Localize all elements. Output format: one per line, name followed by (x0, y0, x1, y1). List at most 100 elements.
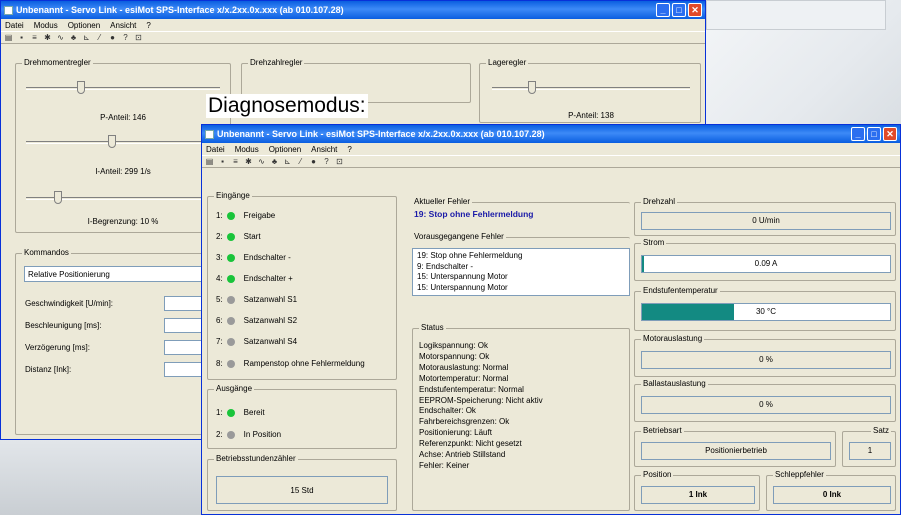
status-list: Logikspannung: Ok Motorspannung: Ok Moto… (419, 341, 543, 472)
position-p-slider[interactable] (488, 80, 694, 98)
torque-i-slider[interactable] (22, 134, 224, 152)
close-button[interactable]: ✕ (883, 127, 897, 141)
list-item[interactable]: 9: Endschalter - (417, 262, 625, 273)
current-error-title: Aktueller Fehler (412, 197, 473, 206)
maximize-button[interactable]: □ (867, 127, 881, 141)
command-select[interactable]: Relative Positionierung (24, 266, 224, 282)
motor-load-group: Motorauslastung 0 % (634, 334, 896, 377)
minimize-button[interactable]: _ (851, 127, 865, 141)
status-line: Motorauslastung: Normal (419, 362, 509, 372)
status-line: Motortemperatur: Normal (419, 373, 509, 383)
motor-load-title: Motorauslastung (641, 334, 705, 343)
decel-field-label: Verzögerung [ms]: (25, 343, 90, 352)
led-indicator (226, 430, 235, 439)
list-item[interactable]: 19: Stop ohne Fehlermeldung (417, 251, 625, 262)
open-icon[interactable]: ▤ (205, 157, 214, 166)
menu-help[interactable]: ? (146, 21, 150, 30)
back-toolbar: ▤ ▪ ≡ ✱ ∿ ♣ ⊾ ⁄ ● ? ⊡ (1, 31, 705, 44)
menu-optionen[interactable]: Optionen (68, 21, 100, 30)
speed-controller-label: Drehzahlregler (248, 58, 305, 67)
close-button[interactable]: ✕ (688, 3, 702, 17)
menu-help[interactable]: ? (347, 145, 351, 154)
save-icon[interactable]: ▪ (17, 33, 26, 42)
operating-hours-group: Betriebsstundenzähler 15 Std (207, 454, 397, 511)
current-bar-fill (642, 256, 645, 272)
commands-group: Kommandos Relative Positionierung Geschw… (15, 248, 231, 435)
minimize-button[interactable]: _ (656, 3, 670, 17)
tools-icon[interactable]: ✱ (244, 157, 253, 166)
menu-datei[interactable]: Datei (206, 145, 225, 154)
menu-modus[interactable]: Modus (34, 21, 58, 30)
io-icon[interactable]: ≡ (30, 33, 39, 42)
led-indicator (226, 337, 235, 346)
network-icon[interactable]: ♣ (270, 157, 279, 166)
io-icon[interactable]: ≡ (231, 157, 240, 166)
torque-controller-label: Drehmomentregler (22, 58, 93, 67)
following-error-group: Schleppfehler 0 Ink (766, 470, 896, 511)
back-window-titlebar[interactable]: Unbenannt - Servo Link - esiMot SPS-Inte… (1, 1, 705, 19)
front-menubar: Datei Modus Optionen Ansicht ? (202, 143, 900, 155)
tools-icon[interactable]: ✱ (43, 33, 52, 42)
motor-load-value: 0 % (641, 351, 891, 369)
maximize-button[interactable]: □ (672, 3, 686, 17)
menu-ansicht[interactable]: Ansicht (110, 21, 136, 30)
menu-datei[interactable]: Datei (5, 21, 24, 30)
led-indicator (226, 316, 235, 325)
curve-icon[interactable]: ∿ (56, 33, 65, 42)
current-group: Strom 0.09 A (634, 238, 896, 281)
globe-icon[interactable]: ● (309, 157, 318, 166)
torque-p-slider[interactable] (22, 80, 224, 98)
ballast-load-title: Ballastauslastung (641, 379, 708, 388)
current-error-text: 19: Stop ohne Fehlermeldung (414, 209, 534, 219)
position-group: Position 1 Ink (634, 470, 760, 511)
status-line: Endstufentemperatur: Normal (419, 384, 524, 394)
front-window-titlebar[interactable]: Unbenannt - Servo Link - esiMot SPS-Inte… (202, 125, 900, 143)
current-value: 0.09 A (754, 259, 778, 268)
diagnostic-window: Unbenannt - Servo Link - esiMot SPS-Inte… (201, 124, 901, 515)
status-group: Status Logikspannung: Ok Motorspannung: … (412, 323, 630, 511)
menu-modus[interactable]: Modus (235, 145, 259, 154)
back-menubar: Datei Modus Optionen Ansicht ? (1, 19, 705, 31)
input-row: 6: Satzanwahl S2 (216, 316, 298, 325)
input-row: 5: Satzanwahl S1 (216, 295, 298, 304)
help-icon[interactable]: ? (121, 33, 130, 42)
list-item[interactable]: 15: Unterspannung Motor (417, 272, 625, 283)
led-indicator (226, 274, 235, 283)
input-row: 8: Rampenstop ohne Fehlermeldung (216, 359, 365, 368)
network-icon[interactable]: ♣ (69, 33, 78, 42)
torque-i-label: I-Anteil: 299 1/s (20, 164, 226, 180)
inputs-group: Eingänge 1: Freigabe 2: Start 3: Endschalte… (207, 191, 397, 380)
menu-ansicht[interactable]: Ansicht (311, 145, 337, 154)
speed-group: Drehzahl 0 U/min (634, 197, 896, 236)
plot-icon[interactable]: ⊾ (283, 157, 292, 166)
help-icon[interactable]: ? (322, 157, 331, 166)
torque-limit-slider[interactable] (22, 190, 224, 208)
wand-icon[interactable]: ⁄ (296, 157, 305, 166)
status-title: Status (419, 323, 446, 332)
temperature-bar-fill (642, 304, 734, 320)
input-row: 4: Endschalter + (216, 274, 293, 283)
distance-field-label: Distanz [Ink]: (25, 365, 72, 374)
following-error-title: Schleppfehler (773, 470, 826, 479)
save-icon[interactable]: ▪ (218, 157, 227, 166)
status-line: Fehler: Keiner (419, 460, 470, 470)
position-controller-group: Lageregler P-Anteil: 138 (479, 58, 701, 123)
wand-icon[interactable]: ⁄ (95, 33, 104, 42)
front-toolbar: ▤ ▪ ≡ ✱ ∿ ♣ ⊾ ⁄ ● ? ⊡ (202, 155, 900, 168)
temperature-value: 30 °C (755, 307, 777, 316)
status-line: Achse: Antrieb Stillstand (419, 450, 506, 460)
list-item[interactable]: 15: Unterspannung Motor (417, 283, 625, 294)
curve-icon[interactable]: ∿ (257, 157, 266, 166)
exit-icon[interactable]: ⊡ (134, 33, 143, 42)
globe-icon[interactable]: ● (108, 33, 117, 42)
position-title: Position (641, 470, 674, 479)
previous-errors-list[interactable]: 19: Stop ohne Fehlermeldung 9: Endschalt… (412, 248, 630, 296)
menu-optionen[interactable]: Optionen (269, 145, 301, 154)
position-value: 1 Ink (641, 486, 755, 504)
input-row: 7: Satzanwahl S4 (216, 337, 298, 346)
exit-icon[interactable]: ⊡ (335, 157, 344, 166)
input-row: 1: Freigabe (216, 211, 276, 220)
plot-icon[interactable]: ⊾ (82, 33, 91, 42)
open-icon[interactable]: ▤ (4, 33, 13, 42)
outputs-group: Ausgänge 1: Bereit 2: In Position (207, 384, 397, 449)
